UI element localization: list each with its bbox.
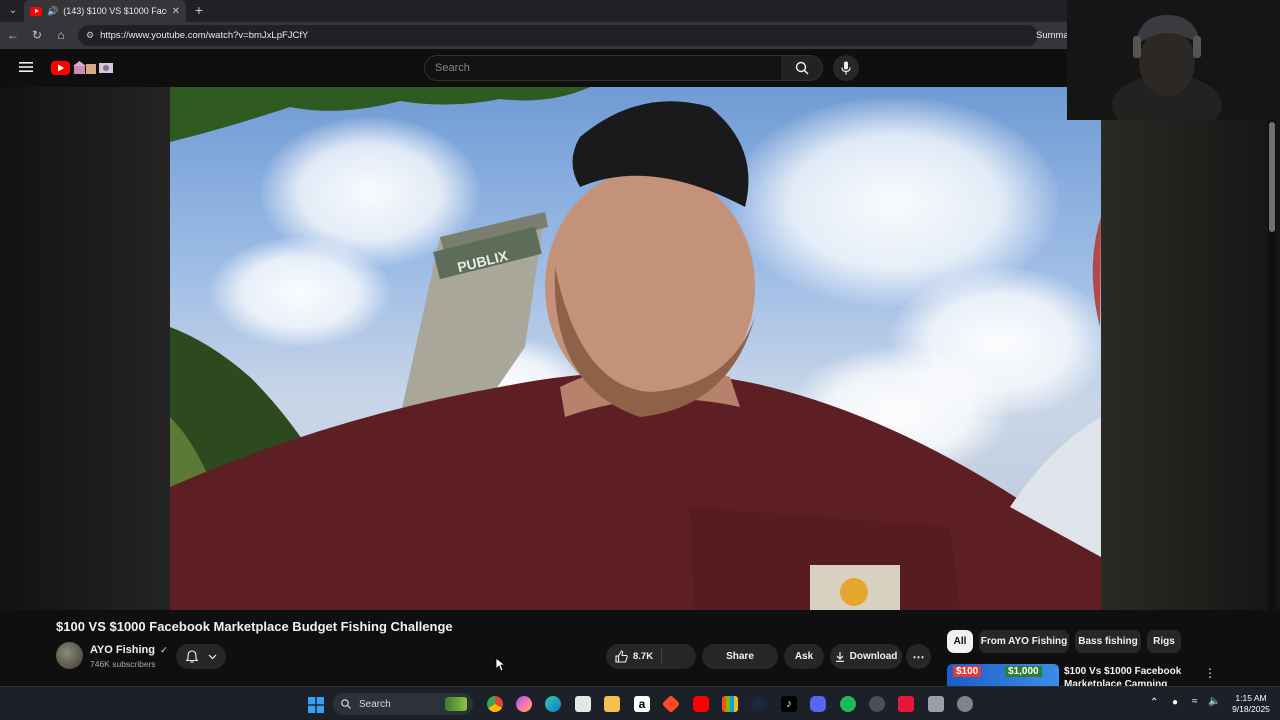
- more-horizontal-icon: ⋯: [912, 649, 925, 664]
- video-title: $100 VS $1000 Facebook Marketplace Budge…: [56, 619, 453, 634]
- like-count: 8.7K: [633, 651, 654, 662]
- download-label: Download: [849, 651, 898, 662]
- browser-tab-youtube[interactable]: 🔊 (143) $100 VS $1000 Facebo ✕: [24, 0, 186, 22]
- speaker-icon[interactable]: 🔊: [47, 6, 58, 17]
- url-text: https://www.youtube.com/watch?v=bmJxLpFJ…: [100, 30, 309, 41]
- recommendation-title[interactable]: $100 Vs $1000 Facebook Marketplace Campi…: [1064, 665, 1194, 686]
- extension-summarize-label[interactable]: Summa: [1036, 30, 1069, 41]
- clock-time: 1:15 AM: [1235, 693, 1267, 703]
- home-icon[interactable]: ⌂: [52, 26, 70, 44]
- dislike-divider: [661, 649, 662, 664]
- download-button[interactable]: Download: [830, 644, 902, 669]
- bell-icon: [185, 650, 198, 663]
- chip-from-channel[interactable]: From AYO Fishing: [979, 630, 1069, 653]
- copilot-icon[interactable]: [516, 696, 532, 712]
- adobe-icon[interactable]: [898, 696, 914, 712]
- taskbar-clock[interactable]: 1:15 AM 9/18/2025: [1226, 693, 1276, 715]
- thumbs-up-icon: [615, 650, 628, 663]
- verified-check-icon: ✓: [160, 645, 168, 655]
- hamburger-menu-icon[interactable]: [19, 61, 34, 73]
- chip-all[interactable]: All: [947, 630, 973, 653]
- channel-avatar[interactable]: [56, 642, 83, 669]
- search-placeholder: Search: [435, 62, 470, 74]
- app-gear-icon[interactable]: [869, 696, 885, 712]
- chrome-icon[interactable]: [487, 696, 503, 712]
- player-right-ambient: [1101, 87, 1280, 610]
- volume-icon[interactable]: 🔈: [1208, 696, 1220, 707]
- app-window-icon[interactable]: [928, 696, 944, 712]
- microphone-icon: [841, 61, 851, 75]
- channel-name-text: AYO Fishing: [90, 644, 155, 656]
- video-frame[interactable]: PUBLIX: [170, 87, 1101, 610]
- microsoft-store-icon[interactable]: [575, 696, 591, 712]
- microphone-tray-icon[interactable]: ●: [1172, 697, 1178, 708]
- taskbar-search[interactable]: Search: [333, 693, 473, 715]
- chip-rigs[interactable]: Rigs: [1147, 630, 1181, 653]
- notification-bell-button[interactable]: [176, 644, 226, 669]
- recommendation-menu-icon[interactable]: ⋮: [1204, 665, 1216, 681]
- new-tab-plus-icon[interactable]: +: [192, 2, 206, 18]
- wifi-icon[interactable]: ≈: [1192, 696, 1198, 707]
- search-input[interactable]: Search: [424, 55, 782, 81]
- video-scene: PUBLIX: [170, 87, 1101, 610]
- thumb-price-left: $100: [953, 666, 982, 677]
- mouse-cursor-icon: [495, 657, 505, 672]
- thumb-price-right: $1,000: [1005, 666, 1042, 677]
- chevron-down-icon: [208, 654, 216, 659]
- search-button[interactable]: [781, 55, 823, 81]
- channel-name[interactable]: AYO Fishing ✓: [90, 644, 168, 656]
- search-highlight-icon: [445, 697, 467, 711]
- share-button[interactable]: Share: [702, 644, 778, 669]
- file-explorer-icon[interactable]: [604, 696, 620, 712]
- share-label: Share: [726, 651, 754, 662]
- clock-date: 9/18/2025: [1232, 704, 1270, 714]
- site-info-icon[interactable]: ⚙: [86, 30, 94, 41]
- edge-icon[interactable]: [545, 696, 561, 712]
- voice-search-button[interactable]: [833, 55, 859, 81]
- youtube-logo-icon[interactable]: [51, 60, 115, 76]
- app-diamond-icon[interactable]: [661, 694, 681, 714]
- windows-taskbar: Search a ♪ ⌃ ● ≈ 🔈 1:15 AM 9/18/2025: [0, 686, 1280, 720]
- tab-close-icon[interactable]: ✕: [172, 6, 180, 17]
- player-left-ambient: [0, 87, 170, 610]
- taskbar-search-label: Search: [359, 698, 391, 710]
- app-store-icon[interactable]: [722, 696, 738, 712]
- address-bar[interactable]: ⚙ https://www.youtube.com/watch?v=bmJxLp…: [78, 25, 1038, 46]
- reload-icon[interactable]: ↻: [28, 26, 46, 44]
- spotify-icon[interactable]: [840, 696, 856, 712]
- video-player[interactable]: PUBLIX: [0, 87, 1280, 610]
- system-tray-chevron-icon[interactable]: ⌃: [1150, 697, 1158, 708]
- ask-button[interactable]: Ask: [784, 644, 824, 669]
- scrollbar-thumb[interactable]: [1269, 122, 1275, 232]
- webcam-overlay: [1067, 0, 1280, 120]
- search-icon: [341, 699, 351, 709]
- amazon-icon[interactable]: a: [634, 696, 650, 712]
- youtube-app-icon[interactable]: [693, 696, 709, 712]
- steam-icon[interactable]: [751, 696, 767, 712]
- like-button[interactable]: 8.7K: [606, 644, 696, 669]
- chip-bass-fishing[interactable]: Bass fishing: [1075, 630, 1141, 653]
- youtube-favicon-icon: [30, 6, 42, 16]
- tab-list-chevron-icon[interactable]: ⌄: [6, 5, 20, 17]
- webcam-person: [1067, 0, 1280, 120]
- discord-icon[interactable]: [810, 696, 826, 712]
- search-icon: [795, 61, 809, 75]
- recommendation-thumbnail[interactable]: $100 $1,000: [947, 664, 1059, 686]
- ask-label: Ask: [794, 651, 814, 662]
- settings-icon[interactable]: [957, 696, 973, 712]
- more-actions-button[interactable]: ⋯: [906, 644, 931, 669]
- back-arrow-icon[interactable]: ←: [4, 26, 22, 44]
- tab-title: (143) $100 VS $1000 Facebo: [63, 6, 167, 16]
- tiktok-icon[interactable]: ♪: [781, 696, 797, 712]
- subscriber-count: 746K subscribers: [90, 659, 156, 669]
- download-icon: [835, 652, 844, 662]
- windows-start-icon[interactable]: [308, 697, 324, 713]
